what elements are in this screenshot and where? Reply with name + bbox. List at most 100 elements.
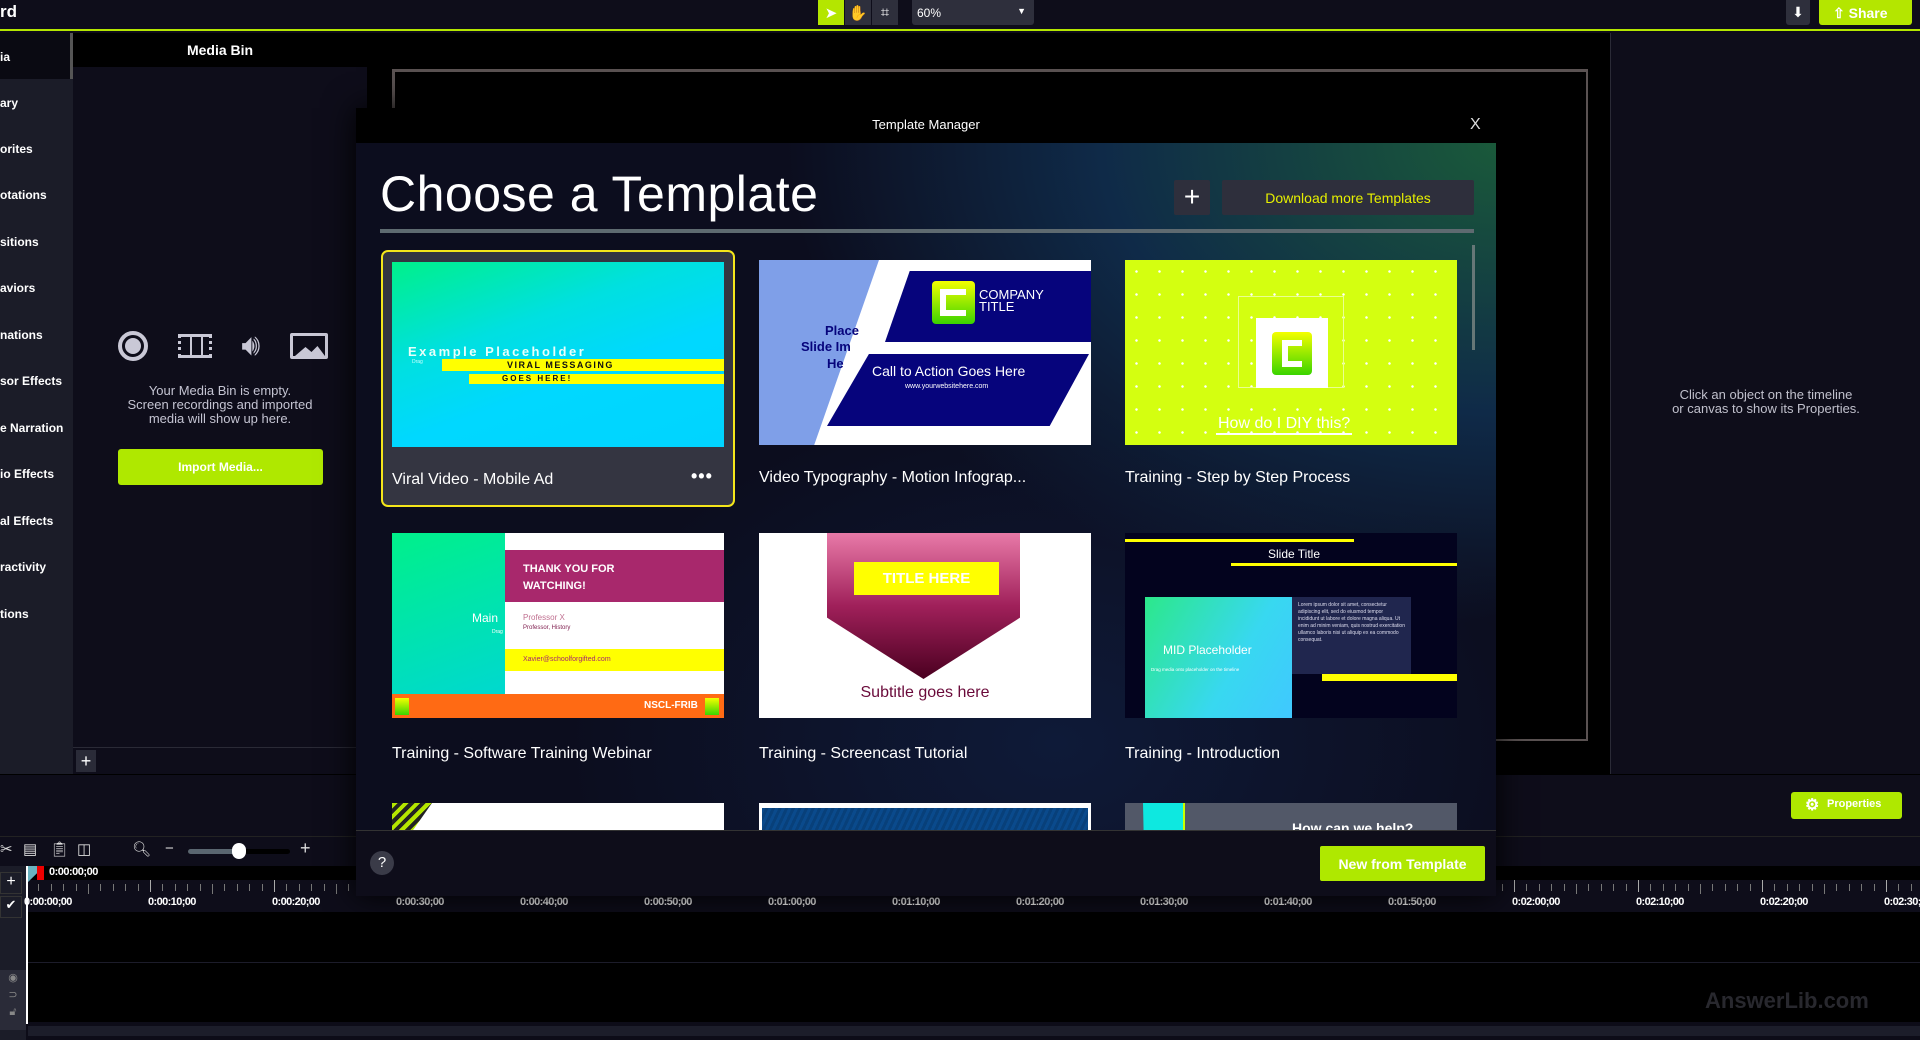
thumb-text: THANK YOU FOR WATCHING! bbox=[523, 561, 614, 595]
ruler-tick bbox=[274, 880, 275, 892]
template-card-step-by-step[interactable]: How do I DIY this? Training - Step by St… bbox=[1116, 250, 1470, 507]
film-icon bbox=[177, 334, 212, 358]
hand-icon: ✋ bbox=[848, 4, 868, 22]
add-panel-button[interactable]: + bbox=[76, 750, 96, 772]
template-thumbnail: TITLE HERE Subtitle goes here bbox=[759, 533, 1091, 718]
template-card-introduction[interactable]: Slide Title MID Placeholder Drag media o… bbox=[1114, 521, 1468, 778]
template-thumbnail-partial[interactable] bbox=[759, 803, 1091, 830]
template-thumbnail-partial[interactable]: How can we help? bbox=[1125, 803, 1457, 830]
share-button[interactable]: ⇧ Share bbox=[1819, 0, 1912, 25]
ruler-tick bbox=[1774, 884, 1776, 891]
sidebar-item[interactable]: nations bbox=[0, 311, 73, 357]
thumb-line bbox=[1125, 539, 1354, 542]
ruler-tick bbox=[1811, 884, 1813, 891]
hand-tool-button[interactable]: ✋ bbox=[845, 0, 871, 25]
ruler-time-label: 0:02:10;00 bbox=[1636, 896, 1684, 908]
template-label: Training - Software Training Webinar bbox=[392, 745, 652, 762]
sidebar-item-label: nations bbox=[0, 328, 43, 342]
ruler-tick bbox=[1861, 884, 1863, 891]
check-icon[interactable]: ✔ bbox=[0, 896, 22, 918]
copy-icon[interactable]: ▤ bbox=[23, 840, 37, 858]
ruler-tick bbox=[1501, 884, 1503, 891]
vertical-scrollbar[interactable] bbox=[1472, 245, 1475, 350]
playhead-marker[interactable] bbox=[37, 866, 44, 880]
sidebar-item[interactable]: al Effects bbox=[0, 497, 73, 543]
crop-tool-button[interactable]: ⌗ bbox=[872, 0, 898, 25]
ruler-tick bbox=[224, 884, 226, 891]
sidebar-item[interactable]: e Narration bbox=[0, 404, 73, 450]
download-button[interactable]: ⬇ bbox=[1786, 0, 1810, 25]
ruler-time-label: 0:02:30;00 bbox=[1884, 896, 1920, 908]
lock-icon[interactable]: 🔓︎ bbox=[0, 1004, 26, 1021]
template-card-video-typography[interactable]: COMPANY TITLE Place Slide Im He Call to A… bbox=[750, 250, 1104, 507]
properties-button[interactable]: ⚙ Properties bbox=[1791, 792, 1902, 819]
zoom-select[interactable]: 60% ▼ bbox=[912, 0, 1034, 25]
timeline-tracks[interactable] bbox=[28, 912, 1920, 1022]
add-track-button[interactable]: + bbox=[0, 872, 22, 894]
sidebar-item[interactable]: ary bbox=[0, 79, 73, 125]
pointer-tool-button[interactable]: ➤ bbox=[818, 0, 844, 25]
template-card-viral-video[interactable]: Example Placeholder Drag VIRAL MESSAGING… bbox=[381, 250, 735, 507]
ruler-tick bbox=[286, 884, 288, 891]
sidebar-item[interactable]: ia bbox=[0, 33, 73, 79]
thumb-text: Professor, History bbox=[523, 625, 571, 631]
image-icon bbox=[289, 333, 328, 359]
ruler-tick bbox=[112, 884, 114, 891]
sidebar-item[interactable]: orites bbox=[0, 125, 73, 171]
sidebar-item[interactable]: tions bbox=[0, 590, 73, 636]
sidebar-item[interactable]: sor Effects bbox=[0, 357, 73, 403]
eye-icon[interactable]: ◉ bbox=[0, 970, 26, 987]
page-title: Choose a Template bbox=[380, 166, 819, 222]
thumb-line bbox=[1231, 563, 1457, 566]
sidebar-item-label: orites bbox=[0, 142, 33, 156]
zoom-in-button[interactable]: + bbox=[300, 838, 311, 859]
sidebar-item[interactable]: aviors bbox=[0, 264, 73, 310]
add-template-button[interactable]: + bbox=[1174, 180, 1210, 215]
thumb-bar: GOES HERE! bbox=[469, 374, 724, 384]
help-button[interactable]: ? bbox=[370, 851, 394, 875]
ruler-tick bbox=[336, 884, 337, 894]
timeline-zoom-handle[interactable] bbox=[232, 843, 246, 859]
sidebar-item[interactable]: io Effects bbox=[0, 450, 73, 496]
playhead-line[interactable] bbox=[26, 866, 28, 1024]
horizontal-scrollbar[interactable] bbox=[28, 1026, 1920, 1036]
ruler-time-label: 0:00:20;00 bbox=[272, 896, 320, 908]
sidebar-item[interactable]: ractivity bbox=[0, 543, 73, 589]
close-button[interactable]: X bbox=[1470, 116, 1481, 134]
thumb-text: He bbox=[827, 356, 844, 371]
template-label: Training - Step by Step Process bbox=[1125, 469, 1351, 486]
template-card-software-webinar[interactable]: Main Drag THANK YOU FOR WATCHING! Profess… bbox=[381, 521, 735, 778]
sidebar-item[interactable]: sitions bbox=[0, 218, 73, 264]
template-thumbnail: How do I DIY this? bbox=[1125, 260, 1457, 445]
logo-icon bbox=[395, 698, 409, 715]
template-label: Viral Video - Mobile Ad bbox=[392, 471, 554, 488]
sidebar-item-label: sitions bbox=[0, 235, 39, 249]
playhead-time: 0:00:00;00 bbox=[49, 866, 98, 878]
download-templates-button[interactable]: Download more Templates bbox=[1222, 180, 1474, 215]
thumb-bar: Xavier@schoolforgifted.com bbox=[505, 649, 724, 671]
thumb-bar: NSCL-FRIB bbox=[392, 694, 724, 718]
ruler-tick bbox=[249, 884, 251, 891]
template-thumbnail-partial[interactable] bbox=[392, 803, 724, 830]
magnet-icon[interactable]: ⊃ bbox=[0, 987, 26, 1004]
ruler-tick bbox=[1824, 884, 1825, 894]
split-icon[interactable]: ◫ bbox=[77, 840, 91, 858]
template-card-screencast-tutorial[interactable]: TITLE HERE Subtitle goes here Training -… bbox=[748, 521, 1102, 778]
paste-icon[interactable]: 📋︎ bbox=[50, 840, 69, 858]
ruler-time-label: 0:01:50;00 bbox=[1388, 896, 1436, 908]
new-from-template-button[interactable]: New from Template bbox=[1320, 846, 1485, 881]
ruler-tick bbox=[1650, 884, 1652, 891]
media-bin-title: Media Bin bbox=[73, 33, 367, 67]
ruler-tick bbox=[1898, 884, 1900, 891]
sidebar-item[interactable]: otations bbox=[0, 171, 73, 217]
zoom-out-button[interactable]: − bbox=[165, 840, 174, 857]
ruler-time-label: 0:00:10;00 bbox=[148, 896, 196, 908]
hint-line: or canvas to show its Properties. bbox=[1672, 401, 1860, 416]
cut-icon[interactable]: ✂ bbox=[0, 840, 13, 858]
more-options-button[interactable]: ••• bbox=[691, 466, 713, 487]
heading-divider bbox=[380, 229, 1474, 233]
sidebar-item-label: tions bbox=[0, 607, 29, 621]
thumb-line bbox=[1322, 674, 1457, 681]
thumb-text: Drag media onto placeholder on the timel… bbox=[1151, 667, 1240, 672]
import-media-button[interactable]: Import Media... bbox=[118, 449, 323, 485]
